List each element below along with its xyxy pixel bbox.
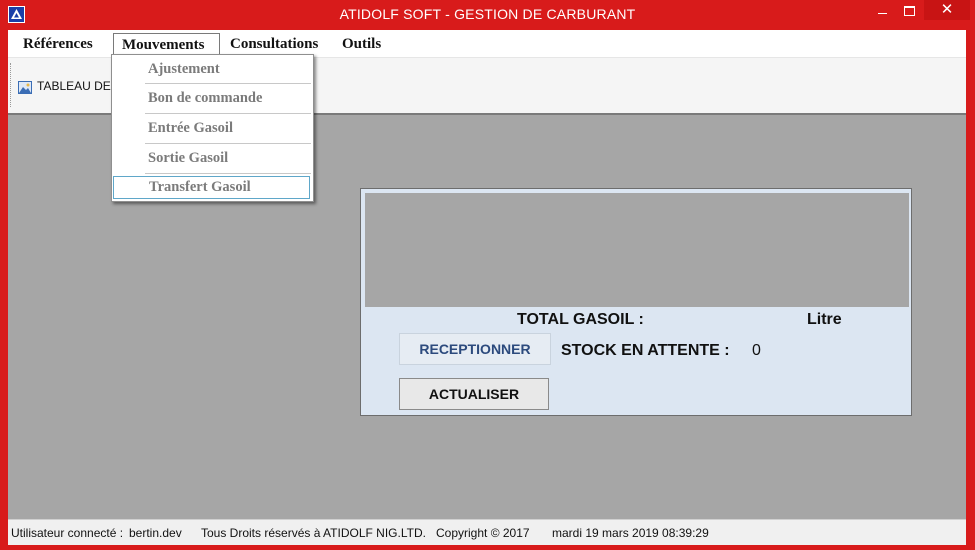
panel-header-area <box>365 193 909 307</box>
menu-separator <box>145 173 311 174</box>
status-datetime: mardi 19 mars 2019 08:39:29 <box>552 526 709 540</box>
title-bar[interactable]: ATIDOLF SOFT - GESTION DE CARBURANT ✕ <box>0 0 975 30</box>
maximize-icon <box>903 5 915 16</box>
minimize-button[interactable] <box>869 0 895 20</box>
minimize-icon <box>877 13 887 15</box>
status-user-value: bertin.dev <box>129 526 182 540</box>
menu-references[interactable]: Références <box>15 33 101 55</box>
stock-en-attente-value: 0 <box>752 342 761 359</box>
menu-item-bon-de-commande[interactable]: Bon de commande <box>145 84 311 113</box>
close-icon: ✕ <box>940 1 954 18</box>
stock-en-attente-label: STOCK EN ATTENTE : <box>561 342 730 359</box>
status-bar: Utilisateur connecté : bertin.dev Tous D… <box>8 519 966 545</box>
receptionner-button[interactable]: RECEPTIONNER <box>399 333 551 365</box>
mouvements-dropdown: Ajustement Bon de commande Entrée Gasoil… <box>111 54 314 202</box>
total-gasoil-unit: Litre <box>807 311 842 328</box>
menu-item-ajustement[interactable]: Ajustement <box>145 55 311 84</box>
gasoil-summary-panel: TOTAL GASOIL : Litre RECEPTIONNER STOCK … <box>360 188 912 416</box>
tableau-de-bord-button[interactable]: TABLEAU DE BORD <box>18 76 116 96</box>
menu-item-sortie-gasoil[interactable]: Sortie Gasoil <box>145 144 311 173</box>
close-button[interactable]: ✕ <box>924 0 970 20</box>
menu-mouvements[interactable]: Mouvements <box>113 33 220 55</box>
menu-bar: Références Mouvements Consultations Outi… <box>8 30 966 57</box>
actualiser-button[interactable]: ACTUALISER <box>399 378 549 410</box>
maximize-button[interactable] <box>896 0 922 20</box>
menu-item-transfert-gasoil[interactable]: Transfert Gasoil <box>113 176 310 199</box>
toolbar-grip[interactable] <box>10 63 13 107</box>
total-gasoil-label: TOTAL GASOIL : <box>517 311 644 328</box>
status-user-label: Utilisateur connecté : <box>11 526 124 540</box>
menu-item-entree-gasoil[interactable]: Entrée Gasoil <box>145 114 311 143</box>
main-window: ATIDOLF SOFT - GESTION DE CARBURANT ✕ Ré… <box>0 0 975 550</box>
menu-consultations[interactable]: Consultations <box>222 33 326 55</box>
status-rights: Tous Droits réservés à ATIDOLF NIG.LTD. <box>201 526 426 540</box>
tableau-de-bord-label: TABLEAU DE BORD <box>37 79 116 93</box>
status-copyright: Copyright © 2017 <box>436 526 530 540</box>
window-title: ATIDOLF SOFT - GESTION DE CARBURANT <box>339 6 636 22</box>
menu-outils[interactable]: Outils <box>334 33 389 55</box>
dashboard-image-icon <box>18 80 32 95</box>
